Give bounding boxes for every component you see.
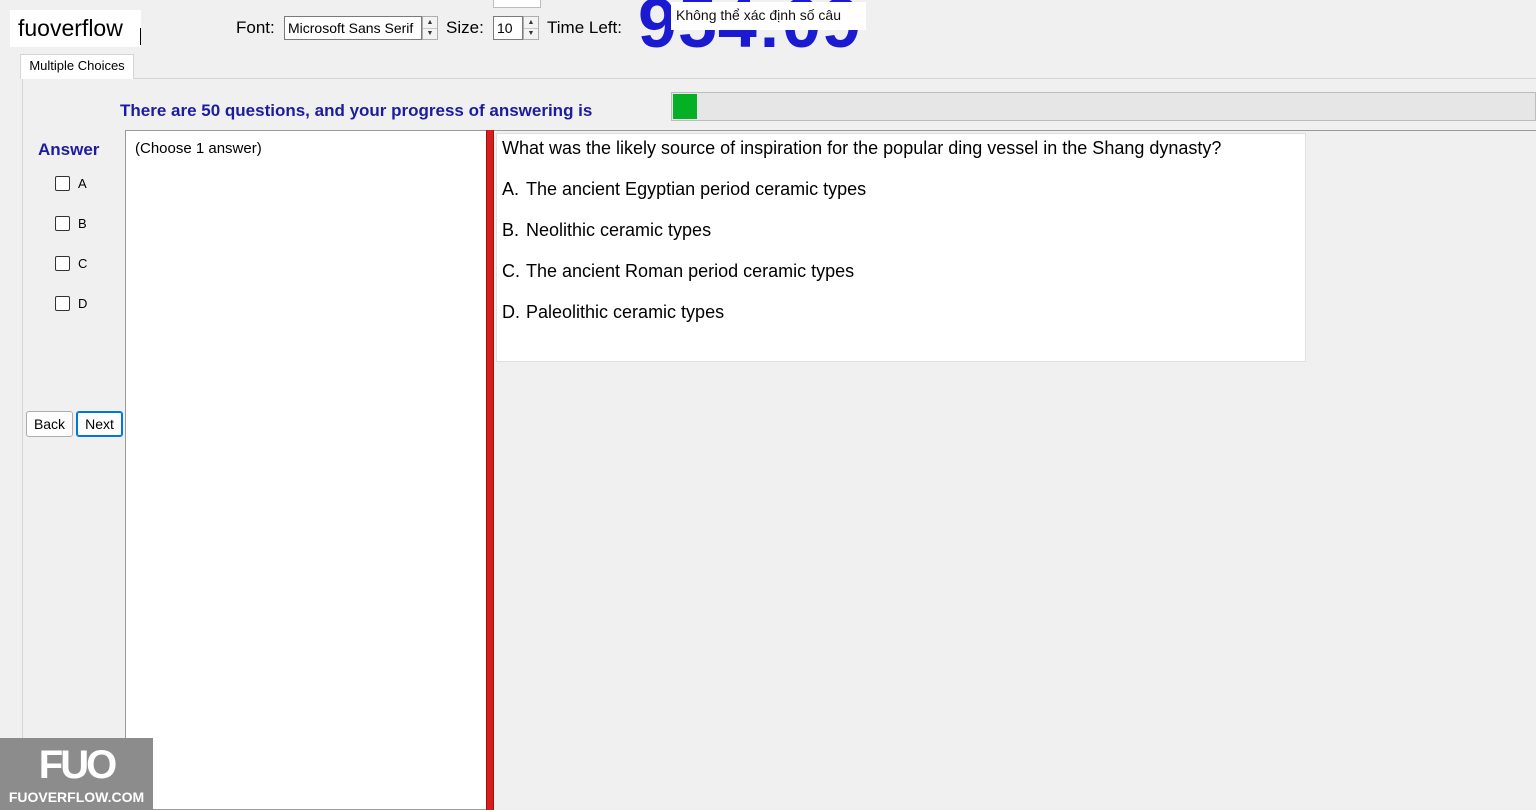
progress-label: There are 50 questions, and your progres… (120, 101, 593, 120)
answer-text-panel[interactable]: (Choose 1 answer) (125, 130, 486, 810)
font-input[interactable]: Microsoft Sans Serif (284, 16, 422, 40)
size-spinner[interactable]: ▲ ▼ (523, 16, 539, 40)
spin-down-icon[interactable]: ▼ (524, 29, 538, 40)
splitter-handle[interactable] (486, 130, 494, 810)
watermark-logo: FUO FUOVERFLOW.COM (0, 738, 153, 810)
top-partial-control (493, 0, 541, 8)
question-panel: What was the likely source of inspiratio… (494, 130, 1536, 810)
watermark-site: FUOVERFLOW.COM (8, 789, 145, 805)
spin-up-icon[interactable]: ▲ (423, 17, 437, 29)
answer-option-a[interactable]: A (55, 176, 87, 191)
choice-b: B. Neolithic ceramic types (502, 220, 711, 241)
answer-option-b[interactable]: B (55, 216, 87, 231)
brand-label: fuoverflow (10, 10, 141, 47)
option-label: B (78, 216, 87, 231)
checkbox-c[interactable] (55, 256, 70, 271)
tooltip: Không thể xác định số câu (671, 2, 866, 30)
exam-window: fuoverflow Font: Microsoft Sans Serif ▲ … (0, 0, 1536, 810)
checkbox-b[interactable] (55, 216, 70, 231)
checkbox-d[interactable] (55, 296, 70, 311)
tab-multiple-choices[interactable]: Multiple Choices (20, 54, 134, 79)
answer-hint: (Choose 1 answer) (135, 140, 262, 157)
size-input[interactable]: 10 (493, 16, 523, 40)
option-label: C (78, 256, 88, 271)
choice-c: C. The ancient Roman period ceramic types (502, 261, 854, 282)
choice-d: D. Paleolithic ceramic types (502, 302, 724, 323)
progress-fill (673, 94, 697, 119)
choice-a: A. The ancient Egyptian period ceramic ty… (502, 179, 866, 200)
answer-option-c[interactable]: C (55, 256, 87, 271)
question-box: What was the likely source of inspiratio… (496, 133, 1306, 362)
size-label: Size: (446, 18, 484, 37)
text-caret (140, 28, 141, 45)
answer-option-d[interactable]: D (55, 296, 87, 311)
font-spinner[interactable]: ▲ ▼ (422, 16, 438, 40)
choice-letter: D. (502, 302, 520, 322)
choice-letter: B. (502, 220, 520, 240)
watermark-mark: FUO (38, 743, 117, 787)
choice-letter: A. (502, 179, 520, 199)
next-button[interactable]: Next (76, 411, 123, 437)
choice-letter: C. (502, 261, 520, 281)
spin-up-icon[interactable]: ▲ (524, 17, 538, 29)
back-button[interactable]: Back (26, 411, 73, 437)
option-label: A (78, 176, 87, 191)
choice-text: The ancient Roman period ceramic types (526, 261, 855, 281)
choice-text: Neolithic ceramic types (526, 220, 712, 240)
question-text: What was the likely source of inspiratio… (502, 138, 1222, 158)
answer-title: Answer (38, 140, 100, 159)
time-left-label: Time Left: (547, 18, 622, 37)
progress-bar (671, 92, 1536, 121)
font-label: Font: (236, 18, 275, 37)
option-label: D (78, 296, 88, 311)
choice-text: The ancient Egyptian period ceramic type… (526, 179, 867, 199)
checkbox-a[interactable] (55, 176, 70, 191)
choice-text: Paleolithic ceramic types (526, 302, 725, 322)
spin-down-icon[interactable]: ▼ (423, 29, 437, 40)
